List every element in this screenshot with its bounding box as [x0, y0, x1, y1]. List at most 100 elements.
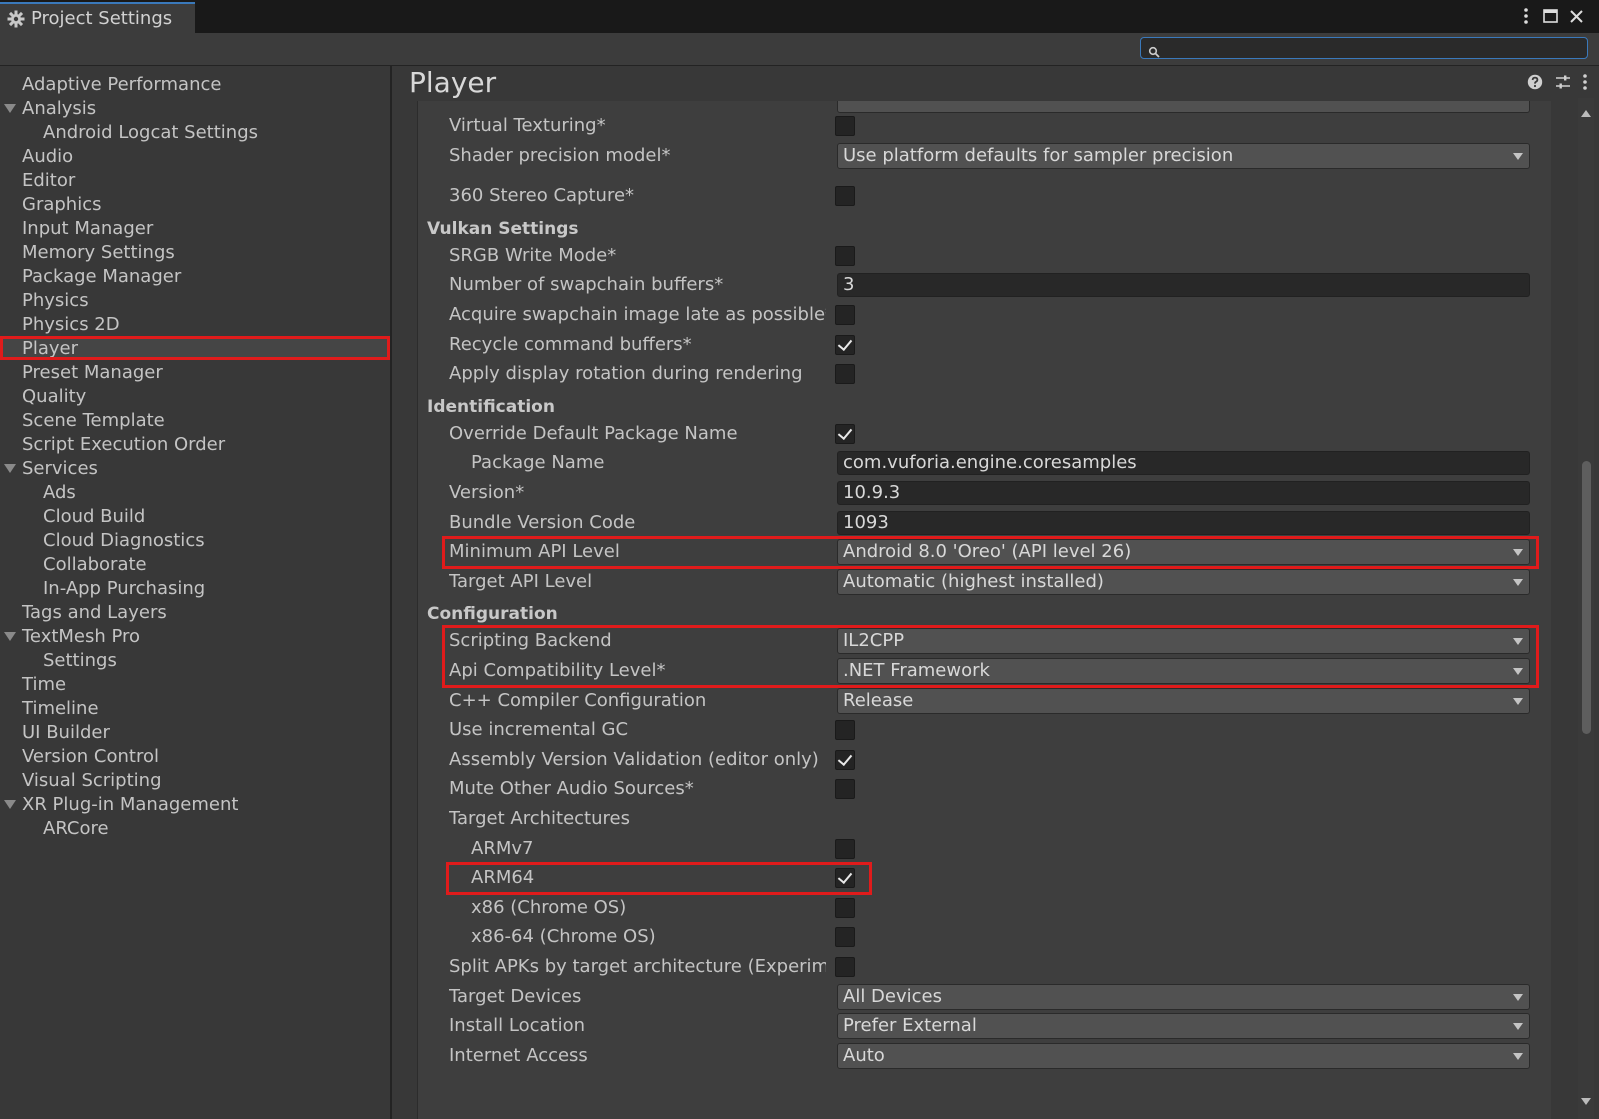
dropdown[interactable]: Android 8.0 'Oreo' (API level 26)	[837, 539, 1530, 566]
sidebar-item-services[interactable]: Services	[0, 456, 390, 480]
sidebar-item-adaptive-performance[interactable]: Adaptive Performance	[0, 72, 390, 96]
sidebar-item-label: XR Plug-in Management	[22, 793, 239, 815]
sidebar-item-version-control[interactable]: Version Control	[0, 744, 390, 768]
sidebar-item-editor[interactable]: Editor	[0, 168, 390, 192]
more-icon[interactable]	[1583, 74, 1587, 95]
scroll-up-icon[interactable]	[1581, 110, 1591, 117]
sidebar-item-label: Cloud Diagnostics	[43, 529, 205, 551]
search-box[interactable]	[1140, 37, 1588, 60]
setting-label: Virtual Texturing*	[449, 115, 606, 136]
sidebar-item-label: In-App Purchasing	[43, 577, 206, 599]
unchecked-checkbox[interactable]	[835, 305, 855, 325]
dropdown-arrow-icon	[1513, 638, 1523, 646]
sidebar-item-package-manager[interactable]: Package Manager	[0, 264, 390, 288]
unchecked-checkbox[interactable]	[835, 116, 855, 136]
more-icon[interactable]	[1518, 4, 1534, 28]
sidebar-item-memory-settings[interactable]: Memory Settings	[0, 240, 390, 264]
dropdown[interactable]: IL2CPP	[837, 628, 1530, 655]
page-title: Player	[409, 66, 497, 99]
sidebar-item-analysis[interactable]: Analysis	[0, 96, 390, 120]
sidebar-item-script-execution-order[interactable]: Script Execution Order	[0, 432, 390, 456]
dropdown[interactable]: All Devices	[837, 983, 1530, 1010]
checked-checkbox[interactable]	[835, 334, 855, 355]
sidebar-item-arcore[interactable]: ARCore	[0, 816, 390, 840]
sidebar-item-ads[interactable]: Ads	[0, 480, 390, 504]
setting-label: Recycle command buffers*	[449, 333, 692, 355]
sidebar-item-scene-template[interactable]: Scene Template	[0, 408, 390, 432]
maximize-icon[interactable]	[1540, 4, 1560, 28]
dropdown[interactable]: Prefer External	[837, 1013, 1530, 1040]
sidebar-item-quality[interactable]: Quality	[0, 384, 390, 408]
sidebar-item-textmesh-pro[interactable]: TextMesh Pro	[0, 624, 390, 648]
unchecked-checkbox[interactable]	[835, 245, 855, 266]
dropdown-value: .NET Framework	[843, 660, 990, 681]
sidebar-item-android-logcat-settings[interactable]: Android Logcat Settings	[0, 120, 390, 144]
setting-row-apply-display-rotation-during-rendering: Apply display rotation during rendering	[418, 359, 1551, 389]
text-field[interactable]: 1093	[837, 510, 1530, 535]
dropdown[interactable]: Automatic (highest installed)	[837, 568, 1530, 595]
scrollbar-thumb[interactable]	[1582, 461, 1591, 734]
sidebar-item-label: Script Execution Order	[22, 433, 226, 455]
unchecked-checkbox[interactable]	[835, 186, 855, 207]
text-field[interactable]: 10.9.3	[837, 481, 1530, 505]
setting-row-use-incremental-gc: Use incremental GC	[418, 715, 1551, 745]
unchecked-checkbox[interactable]	[835, 897, 855, 918]
sidebar-item-graphics[interactable]: Graphics	[0, 192, 390, 216]
dropdown-arrow-icon	[1513, 152, 1523, 160]
sidebar-item-label: Scene Template	[22, 409, 165, 431]
tab-project-settings[interactable]: Project Settings	[0, 2, 195, 33]
sidebar-item-time[interactable]: Time	[0, 672, 390, 696]
dropdown-arrow-icon	[1513, 578, 1523, 586]
setting-row-virtual-texturing: Virtual Texturing*	[418, 111, 1551, 141]
sidebar-item-physics[interactable]: Physics	[0, 288, 390, 312]
foldout-arrow-icon[interactable]	[4, 104, 16, 113]
foldout-arrow-icon[interactable]	[4, 800, 16, 809]
sidebar-item-settings[interactable]: Settings	[0, 648, 390, 672]
sidebar-item-physics-2d[interactable]: Physics 2D	[0, 312, 390, 336]
help-icon[interactable]	[1527, 74, 1543, 95]
inspector-scrollbar[interactable]	[1578, 98, 1594, 1119]
preset-icon[interactable]	[1555, 74, 1571, 95]
checked-checkbox[interactable]	[835, 868, 855, 889]
sidebar-item-audio[interactable]: Audio	[0, 144, 390, 168]
sidebar-item-label: Collaborate	[43, 553, 147, 575]
unchecked-checkbox[interactable]	[835, 838, 855, 859]
sidebar-item-timeline[interactable]: Timeline	[0, 696, 390, 720]
text-field[interactable]: com.vuforia.engine.coresamples	[837, 451, 1530, 476]
sidebar-item-input-manager[interactable]: Input Manager	[0, 216, 390, 240]
sidebar-item-in-app-purchasing[interactable]: In-App Purchasing	[0, 576, 390, 600]
setting-label: Scripting Backend	[449, 630, 612, 652]
sidebar-item-ui-builder[interactable]: UI Builder	[0, 720, 390, 744]
setting-row-install-location: Install Location Prefer External	[418, 1011, 1551, 1041]
text-field[interactable]: 3	[837, 273, 1530, 298]
setting-row-acquire-swapchain-image-late-as-possible: Acquire swapchain image late as possible…	[418, 300, 1551, 330]
sidebar-item-preset-manager[interactable]: Preset Manager	[0, 360, 390, 384]
sidebar-item-visual-scripting[interactable]: Visual Scripting	[0, 768, 390, 792]
window-titlebar: Project Settings	[0, 0, 1599, 33]
sidebar-item-player[interactable]: Player	[0, 336, 390, 360]
sidebar-item-cloud-diagnostics[interactable]: Cloud Diagnostics	[0, 528, 390, 552]
foldout-arrow-icon[interactable]	[4, 464, 16, 473]
sidebar-item-tags-and-layers[interactable]: Tags and Layers	[0, 600, 390, 624]
unchecked-checkbox[interactable]	[835, 927, 855, 948]
unchecked-checkbox[interactable]	[835, 364, 855, 385]
setting-label: x86 (Chrome OS)	[471, 896, 627, 918]
dropdown[interactable]: Release	[837, 687, 1530, 714]
unchecked-checkbox[interactable]	[835, 779, 855, 800]
unchecked-checkbox[interactable]	[835, 957, 855, 977]
checked-checkbox[interactable]	[835, 749, 855, 770]
sidebar-item-cloud-build[interactable]: Cloud Build	[0, 504, 390, 528]
dropdown[interactable]: Auto	[837, 1042, 1530, 1069]
close-icon[interactable]	[1566, 4, 1586, 28]
dropdown-arrow-icon	[1513, 993, 1523, 1001]
search-input[interactable]	[1167, 38, 1581, 60]
unchecked-checkbox[interactable]	[835, 720, 855, 741]
checked-checkbox[interactable]	[835, 423, 855, 444]
dropdown[interactable]: Use platform defaults for sampler precis…	[837, 142, 1530, 169]
dropdown[interactable]: .NET Framework	[837, 658, 1530, 684]
sidebar-item-xr-plug-in-management[interactable]: XR Plug-in Management	[0, 792, 390, 816]
foldout-arrow-icon[interactable]	[4, 632, 16, 641]
sidebar-item-collaborate[interactable]: Collaborate	[0, 552, 390, 576]
setting-row-360-stereo-capture: 360 Stereo Capture*	[418, 181, 1551, 211]
scroll-down-icon[interactable]	[1581, 1098, 1591, 1105]
